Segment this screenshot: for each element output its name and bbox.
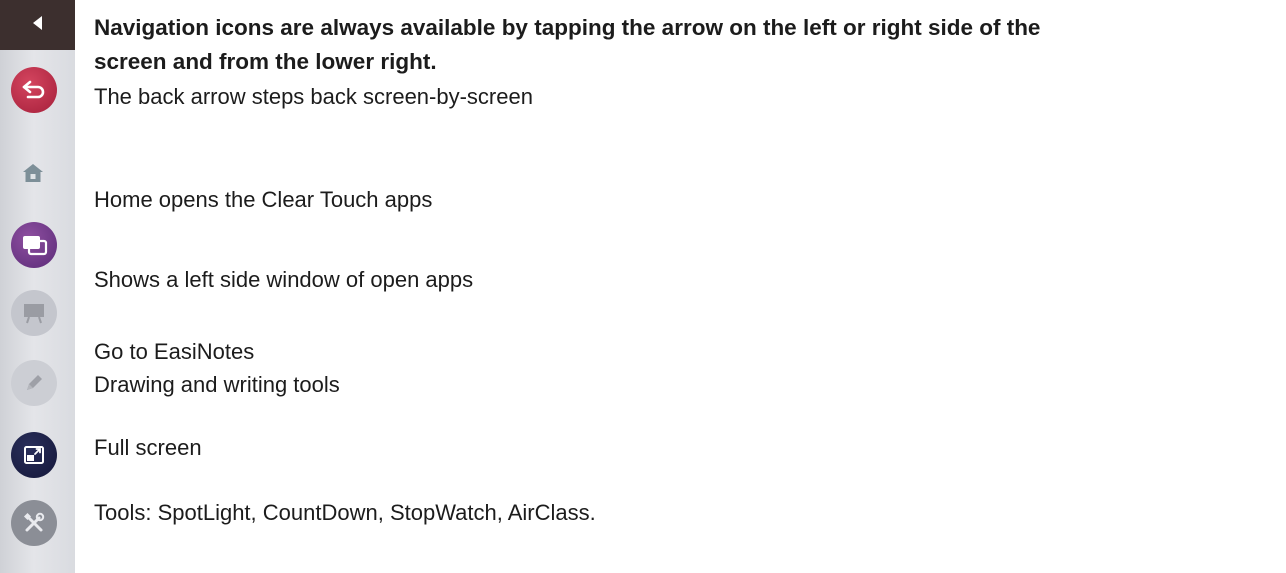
collapse-toolbar-button[interactable]	[0, 0, 75, 50]
full-screen-icon	[22, 443, 46, 467]
drawing-tools-button[interactable]	[11, 360, 57, 406]
collapse-arrow-icon	[31, 15, 45, 36]
back-arrow-icon	[21, 79, 47, 101]
open-apps-icon	[20, 233, 48, 257]
back-button[interactable]	[11, 67, 57, 113]
full-screen-description: Full screen	[94, 435, 202, 460]
heading-line-1: Navigation icons are always available by…	[94, 15, 1041, 40]
tools-description: Tools: SpotLight, CountDown, StopWatch, …	[94, 500, 596, 525]
navigation-toolbar	[0, 0, 75, 573]
open-apps-button[interactable]	[11, 222, 57, 268]
drawing-tools-description: Drawing and writing tools	[94, 372, 340, 397]
home-button[interactable]	[20, 160, 46, 186]
easinotes-description: Go to EasiNotes	[94, 339, 255, 364]
back-description: The back arrow steps back screen-by-scre…	[94, 84, 533, 109]
heading-line-2: screen and from the lower right.	[94, 49, 437, 74]
home-icon	[21, 162, 45, 184]
tools-button[interactable]	[11, 500, 57, 546]
easinotes-icon	[21, 301, 47, 325]
pen-icon	[22, 371, 46, 395]
tools-icon	[21, 510, 47, 536]
full-screen-button[interactable]	[11, 432, 57, 478]
easinotes-button[interactable]	[11, 290, 57, 336]
open-apps-description: Shows a left side window of open apps	[94, 267, 474, 292]
home-description: Home opens the Clear Touch apps	[94, 187, 433, 212]
